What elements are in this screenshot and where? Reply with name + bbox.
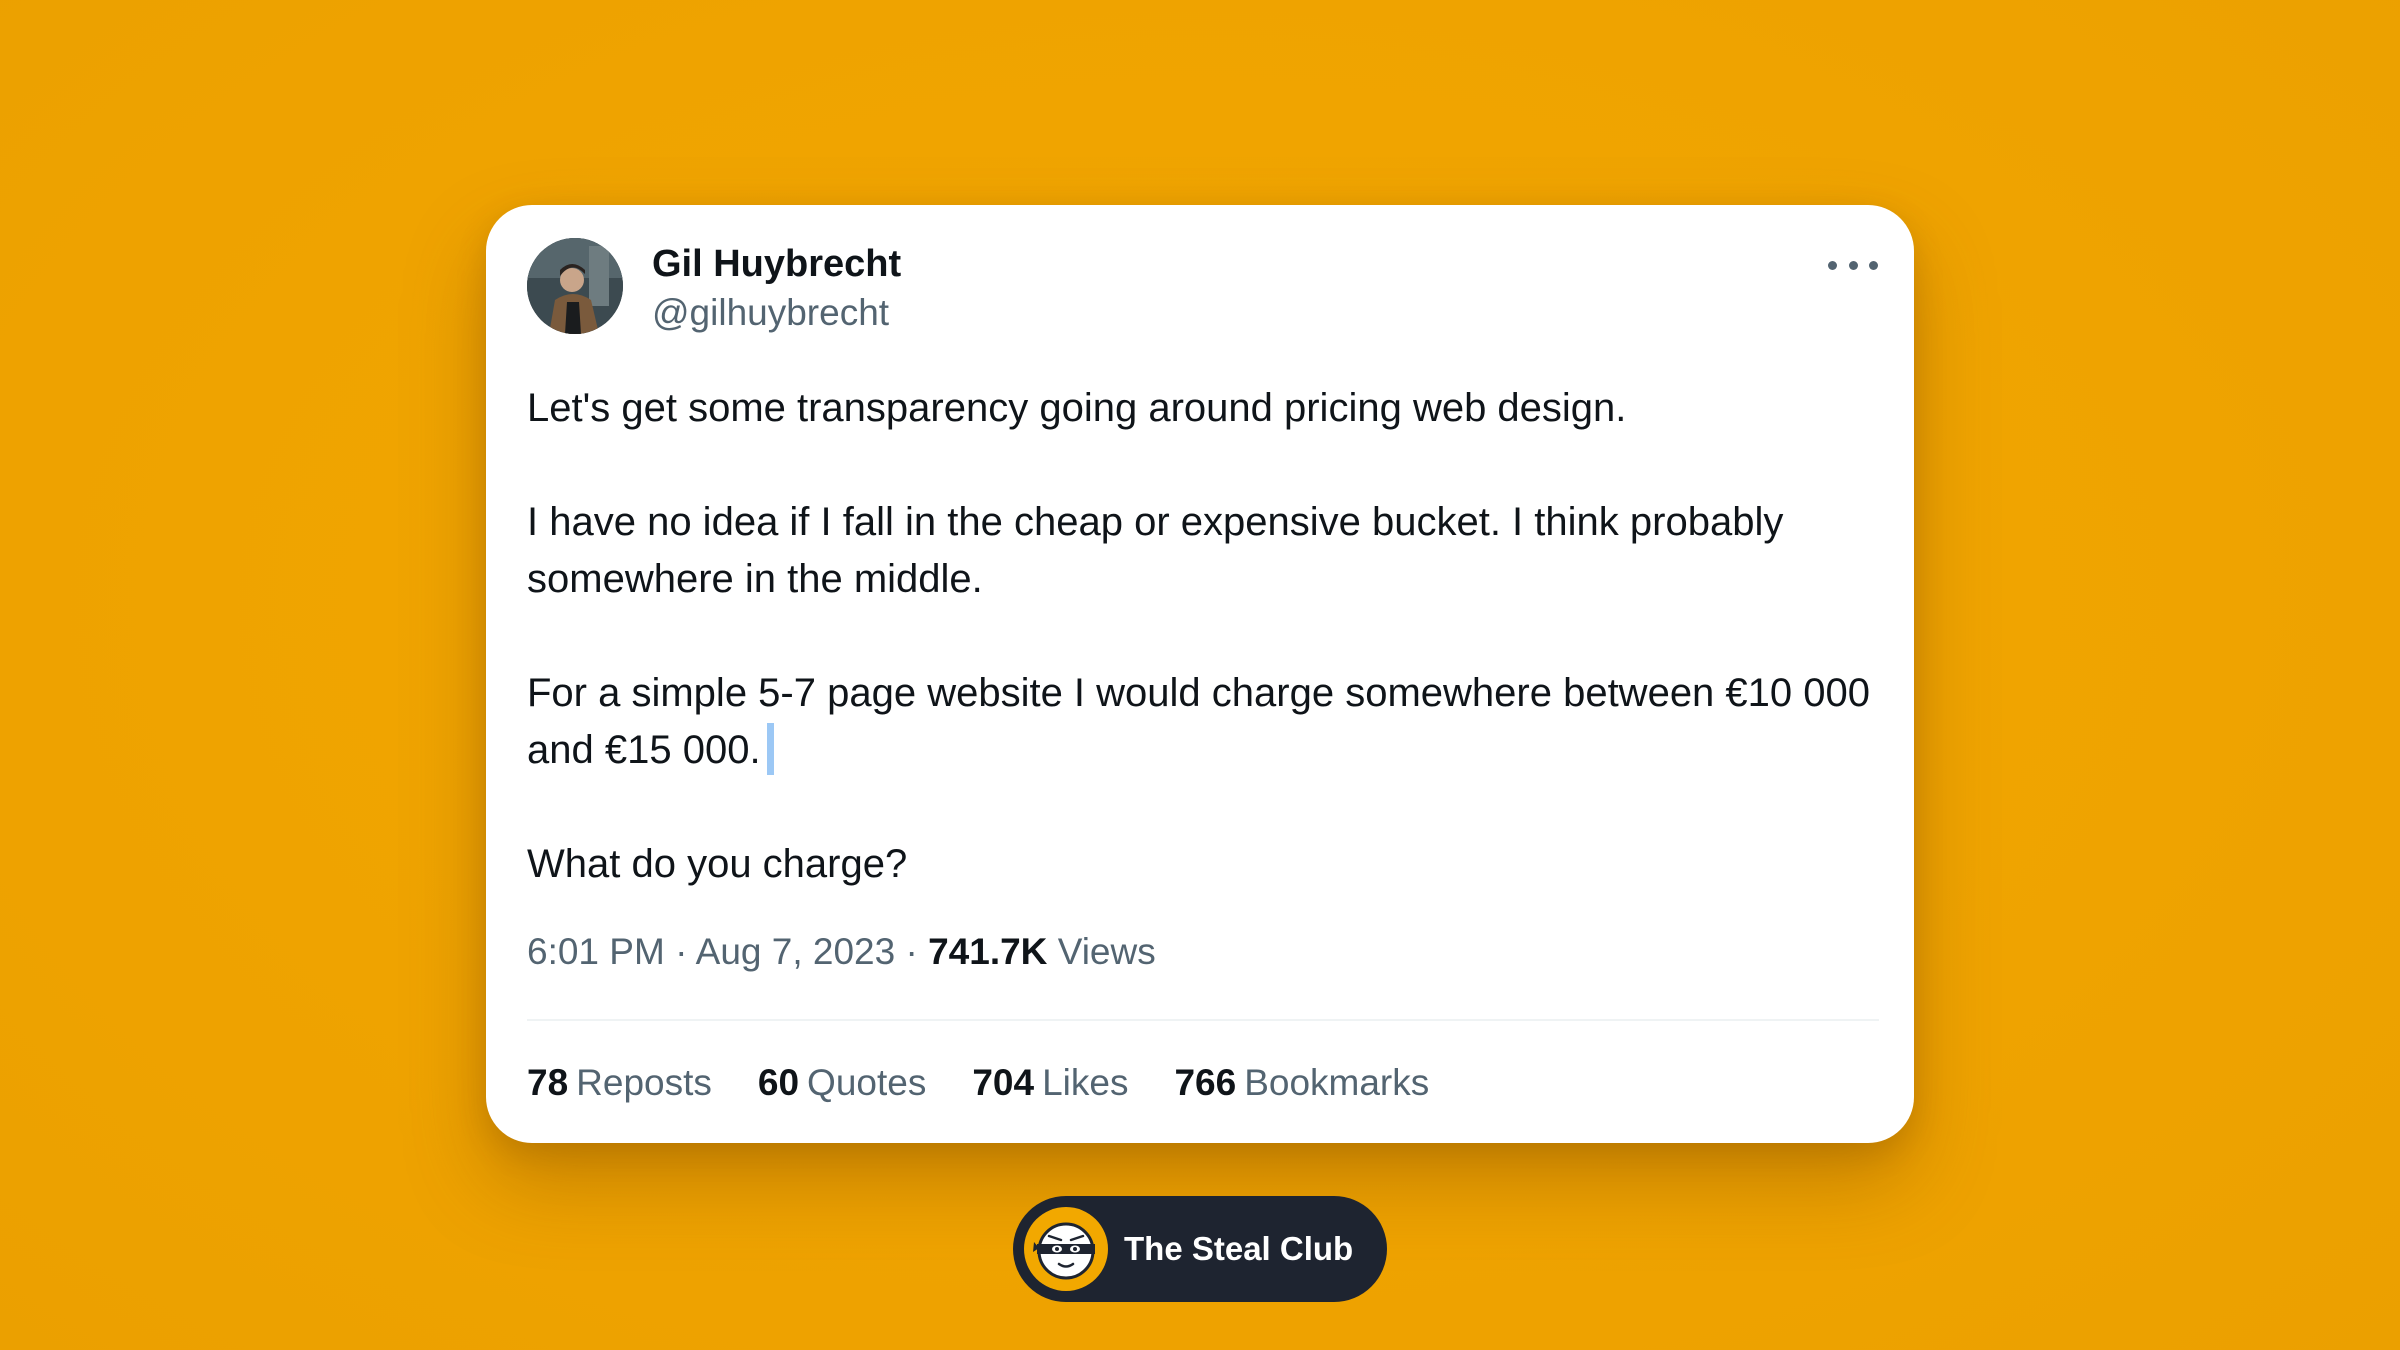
meta-separator: · bbox=[905, 931, 929, 972]
tweet-card: Gil Huybrecht @gilhuybrecht Let's get so… bbox=[486, 205, 1914, 1143]
tweet-time[interactable]: 6:01 PM bbox=[527, 931, 665, 972]
text-cursor bbox=[766, 723, 774, 775]
background-canvas: Gil Huybrecht @gilhuybrecht Let's get so… bbox=[0, 0, 2400, 1350]
stat-label: Likes bbox=[1042, 1062, 1129, 1103]
stat-reposts[interactable]: 78 Reposts bbox=[527, 1062, 712, 1104]
divider bbox=[527, 1019, 1879, 1021]
avatar-photo-icon bbox=[527, 238, 623, 334]
tweet-date[interactable]: Aug 7, 2023 bbox=[696, 931, 896, 972]
views-count: 741.7K bbox=[928, 931, 1048, 972]
author-handle[interactable]: @gilhuybrecht bbox=[652, 292, 889, 334]
stat-count: 60 bbox=[757, 1062, 800, 1103]
stat-quotes[interactable]: 60 Quotes bbox=[758, 1062, 926, 1104]
stat-label: Reposts bbox=[576, 1062, 712, 1103]
tweet-text: Let's get some transparency going around… bbox=[527, 380, 1877, 893]
tweet-paragraph: I have no idea if I fall in the cheap or… bbox=[527, 500, 1784, 601]
tweet-paragraph-with-cursor: For a simple 5-7 page website I would ch… bbox=[527, 665, 1877, 779]
engagement-stats: 78 Reposts 60 Quotes 704 Likes 766 Bookmarks bbox=[527, 1062, 1429, 1104]
stat-count: 78 bbox=[527, 1062, 569, 1103]
stat-label: Quotes bbox=[807, 1062, 927, 1103]
tweet-meta: 6:01 PM · Aug 7, 2023 · 741.7K Views bbox=[527, 931, 1156, 973]
tweet-paragraph: For a simple 5-7 page website I would ch… bbox=[527, 671, 1871, 772]
badge-label: The Steal Club bbox=[1124, 1230, 1354, 1267]
stat-label: Bookmarks bbox=[1244, 1062, 1430, 1103]
meta-separator: · bbox=[675, 931, 696, 972]
tweet-paragraph: What do you charge? bbox=[527, 842, 908, 886]
brand-badge[interactable]: The Steal Club bbox=[1013, 1196, 1387, 1302]
author-name[interactable]: Gil Huybrecht bbox=[652, 243, 901, 286]
stat-likes[interactable]: 704 Likes bbox=[972, 1062, 1128, 1104]
masked-face-logo-icon bbox=[1024, 1207, 1108, 1291]
stat-count: 704 bbox=[972, 1062, 1035, 1103]
author-avatar[interactable] bbox=[527, 238, 623, 334]
stat-bookmarks[interactable]: 766 Bookmarks bbox=[1174, 1062, 1429, 1104]
more-options-icon[interactable] bbox=[1828, 250, 1878, 280]
views-label: Views bbox=[1057, 931, 1156, 972]
tweet-paragraph: Let's get some transparency going around… bbox=[527, 386, 1627, 430]
stat-count: 766 bbox=[1174, 1062, 1237, 1103]
